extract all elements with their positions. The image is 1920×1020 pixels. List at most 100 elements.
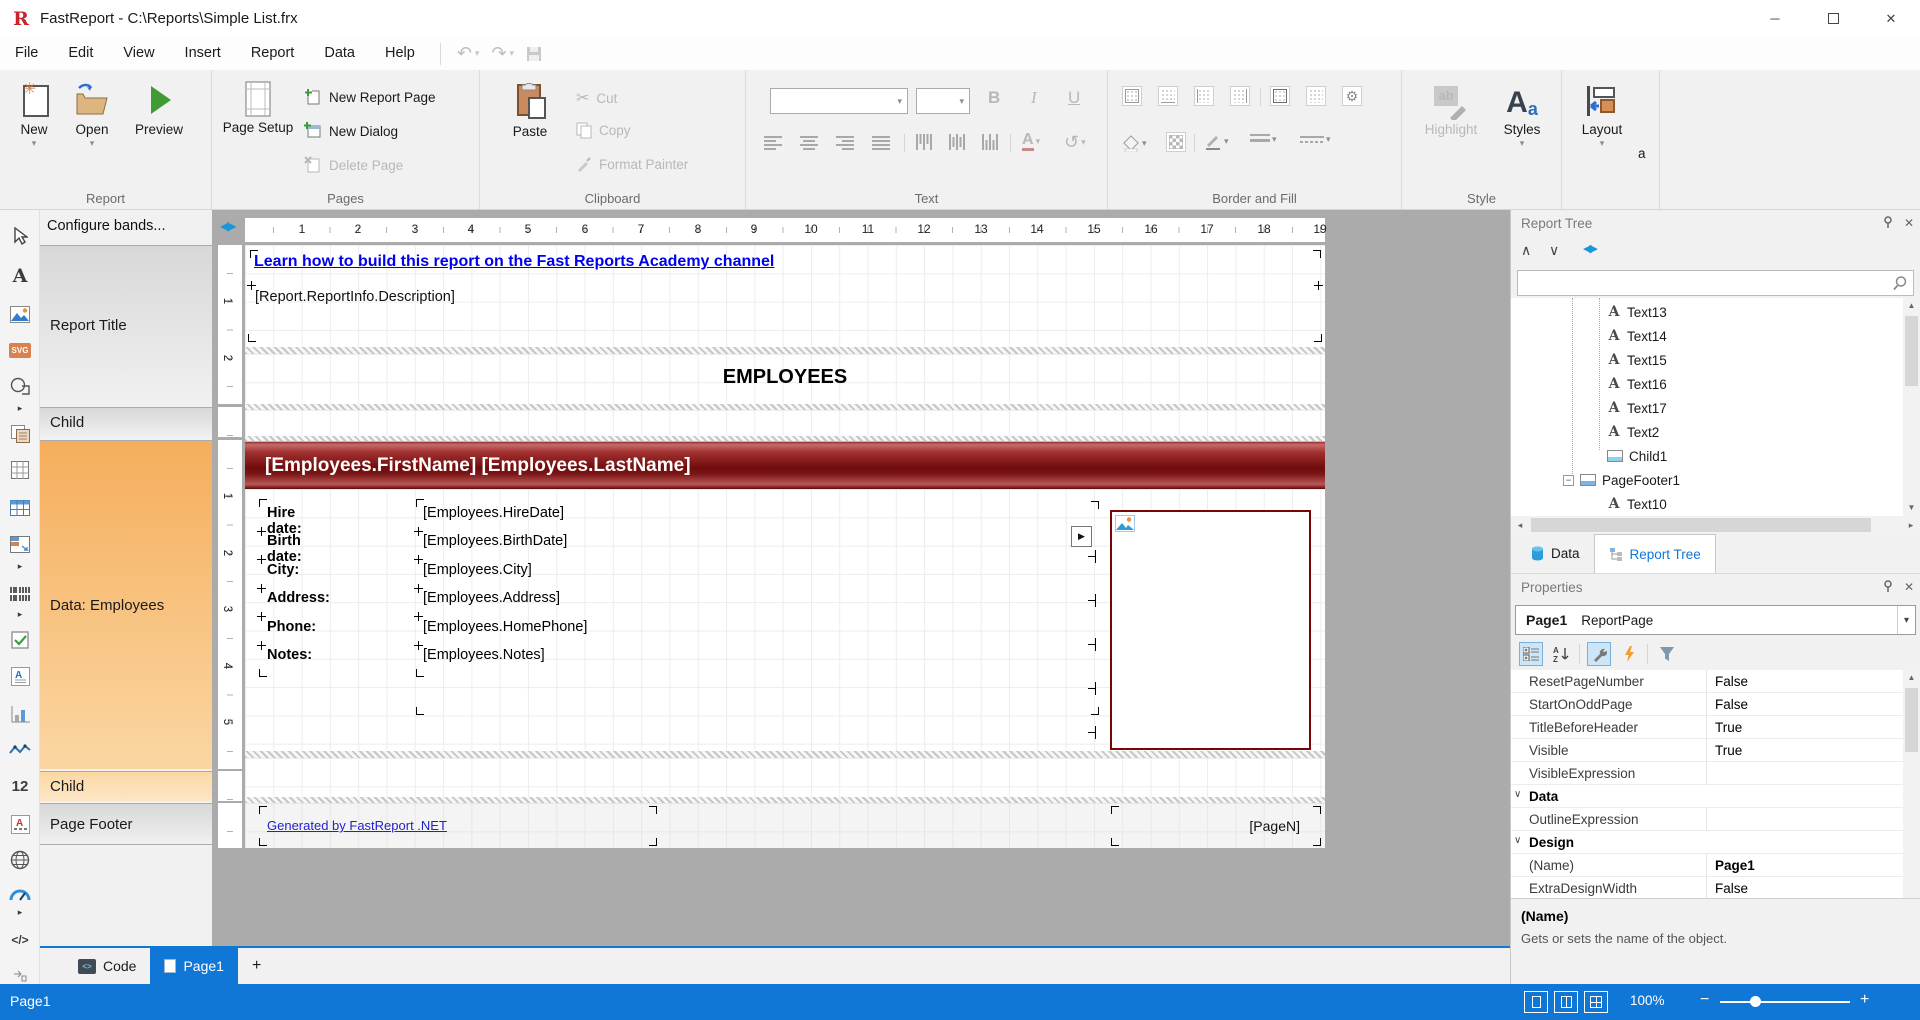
view-mode-columns-button[interactable] [1554, 991, 1578, 1013]
property-row-name[interactable]: (Name)Page1 [1511, 854, 1903, 877]
shape-tool-button[interactable] [8, 374, 32, 398]
bold-button[interactable]: B [988, 88, 1000, 108]
format-painter-button[interactable]: Format Painter [576, 156, 688, 172]
report-page[interactable]: Learn how to build this report on the Fa… [245, 245, 1325, 848]
scroll-down-icon[interactable]: ▼ [1903, 500, 1920, 516]
child-band-area[interactable]: EMPLOYEES [245, 354, 1325, 404]
align-top-button[interactable] [916, 134, 932, 150]
property-category-data[interactable]: ∨Data [1511, 785, 1903, 808]
richtext-tool-button[interactable]: A [8, 664, 32, 688]
tab-report-tree[interactable]: Report Tree [1594, 534, 1716, 573]
property-category-design[interactable]: ∨Design [1511, 831, 1903, 854]
tree-item-text17[interactable]: AText17 [1511, 396, 1903, 420]
picture-tool-button[interactable] [8, 302, 32, 326]
border-bottom-button[interactable] [1158, 86, 1178, 106]
zoom-slider-track[interactable] [1720, 1001, 1850, 1003]
smart-tag-button[interactable]: ▶ [1071, 526, 1092, 547]
design-surface[interactable]: ◀▶ 1 2 3 4 5 6 7 8 9 10 11 12 13 14 15 1… [212, 210, 1510, 946]
barcode-tool-button[interactable] [8, 582, 32, 606]
font-color-button[interactable]: A ▾ [1022, 132, 1040, 151]
new-dialog-button[interactable]: New Dialog [304, 122, 398, 140]
html-tool-button[interactable]: </> [8, 928, 32, 952]
zoom-slider-thumb[interactable] [1750, 996, 1761, 1007]
expand-collapse-icon[interactable]: ◀▶ [1583, 242, 1596, 255]
sparkline-tool-button[interactable] [8, 738, 32, 762]
object-selector-combobox[interactable]: Page1 ReportPage ▾ [1515, 605, 1916, 635]
tree-item-text2[interactable]: AText2 [1511, 420, 1903, 444]
chart-tool-button[interactable] [8, 702, 32, 726]
menu-view[interactable]: View [108, 37, 169, 70]
field-label[interactable]: Birth date: [267, 533, 302, 565]
align-left-button[interactable] [764, 136, 782, 150]
tab-add-page[interactable]: + [238, 948, 275, 984]
band-separator[interactable] [245, 347, 1325, 354]
layout-button[interactable]: Layout ▾ [1572, 82, 1632, 148]
align-center-button[interactable] [800, 136, 818, 150]
matrix-tool-button[interactable] [8, 458, 32, 482]
minimize-button[interactable]: ─ [1746, 0, 1804, 37]
panel-close-icon[interactable]: ✕ [1904, 580, 1914, 594]
advanced-matrix-tool-button[interactable] [8, 532, 32, 556]
child-band-2-area[interactable] [245, 758, 1325, 797]
collapse-panel-icon[interactable]: ◀▶ [220, 219, 234, 233]
scroll-up-icon[interactable]: ▲ [1903, 670, 1920, 686]
pin-icon[interactable] [1882, 216, 1894, 228]
menu-file[interactable]: File [0, 37, 53, 70]
align-right-button[interactable] [836, 136, 854, 150]
paste-button[interactable]: Paste [500, 80, 560, 139]
tab-data[interactable]: Data [1517, 534, 1594, 573]
text-tool-button[interactable]: A [8, 264, 32, 288]
field-value[interactable]: [Employees.Notes] [423, 647, 545, 663]
tree-vertical-scrollbar[interactable]: ▲ ▼ [1903, 298, 1920, 516]
border-right-button[interactable] [1230, 86, 1250, 106]
tree-item-child1[interactable]: Child1 [1511, 444, 1903, 468]
border-all-button[interactable] [1122, 86, 1142, 106]
field-value[interactable]: [Employees.HireDate] [423, 505, 564, 521]
field-value[interactable]: [Employees.HomePhone] [423, 619, 587, 635]
tab-page1[interactable]: Page1 [150, 948, 237, 984]
data-header-text-object[interactable]: [Employees.FirstName] [Employees.LastNam… [245, 441, 1325, 489]
scroll-right-icon[interactable]: ▸ [1902, 516, 1920, 534]
svg-tool-button[interactable]: SVG [8, 338, 32, 362]
page-setup-button[interactable]: Page Setup [226, 80, 290, 137]
cut-button[interactable]: ✂ Cut [576, 88, 617, 108]
new-button[interactable]: ✳ New ▾ [8, 80, 60, 148]
field-label[interactable]: Notes: [267, 647, 312, 663]
picture-object[interactable] [1110, 510, 1311, 750]
tab-code[interactable]: <> Code [64, 948, 150, 984]
checkbox-tool-button[interactable] [8, 628, 32, 652]
line-color-button[interactable]: ▾ [1204, 132, 1229, 150]
move-up-button[interactable]: ∧ [1521, 242, 1531, 259]
undo-button[interactable]: ↶▾ [451, 43, 486, 64]
filter-button[interactable] [1655, 642, 1679, 666]
employees-heading-text-object[interactable]: EMPLOYEES [245, 366, 1325, 389]
maximize-button[interactable] [1804, 0, 1862, 37]
field-label[interactable]: Address: [267, 590, 330, 606]
border-outside-button[interactable] [1270, 86, 1290, 106]
band-page-footer[interactable]: Page Footer [40, 803, 212, 845]
property-row[interactable]: TitleBeforeHeaderTrue [1511, 716, 1903, 739]
property-row[interactable]: StartOnOddPageFalse [1511, 693, 1903, 716]
page-number-text-object[interactable]: [PageN] [1205, 818, 1300, 834]
zoom-in-button[interactable]: + [1860, 991, 1869, 1009]
border-none-button[interactable] [1306, 86, 1326, 106]
events-view-button[interactable] [1617, 642, 1641, 666]
page-number-tool-button[interactable]: 12 [8, 774, 32, 798]
gauge-tool-button[interactable] [8, 882, 32, 906]
tree-search-input[interactable] [1517, 270, 1914, 296]
tree-item-text14[interactable]: AText14 [1511, 324, 1903, 348]
data-band-area[interactable]: Hire date: [Employees.HireDate] Birth da… [245, 489, 1325, 751]
subreport-tool-button[interactable] [8, 422, 32, 446]
title-link-text-object[interactable]: Learn how to build this report on the Fa… [254, 253, 774, 271]
property-row[interactable]: VisibleExpression [1511, 762, 1903, 785]
field-value[interactable]: [Employees.BirthDate] [423, 533, 567, 549]
generated-by-link-object[interactable]: Generated by FastReport .NET [267, 818, 447, 833]
menu-insert[interactable]: Insert [170, 37, 236, 70]
border-left-button[interactable] [1194, 86, 1214, 106]
object-dropdown-button[interactable]: ▾ [1897, 606, 1915, 634]
property-row[interactable]: VisibleTrue [1511, 739, 1903, 762]
fill-color-button[interactable]: ▾ [1122, 134, 1147, 152]
move-down-button[interactable]: ∨ [1549, 242, 1559, 259]
view-mode-single-button[interactable] [1524, 991, 1548, 1013]
tree-item-text16[interactable]: AText16 [1511, 372, 1903, 396]
